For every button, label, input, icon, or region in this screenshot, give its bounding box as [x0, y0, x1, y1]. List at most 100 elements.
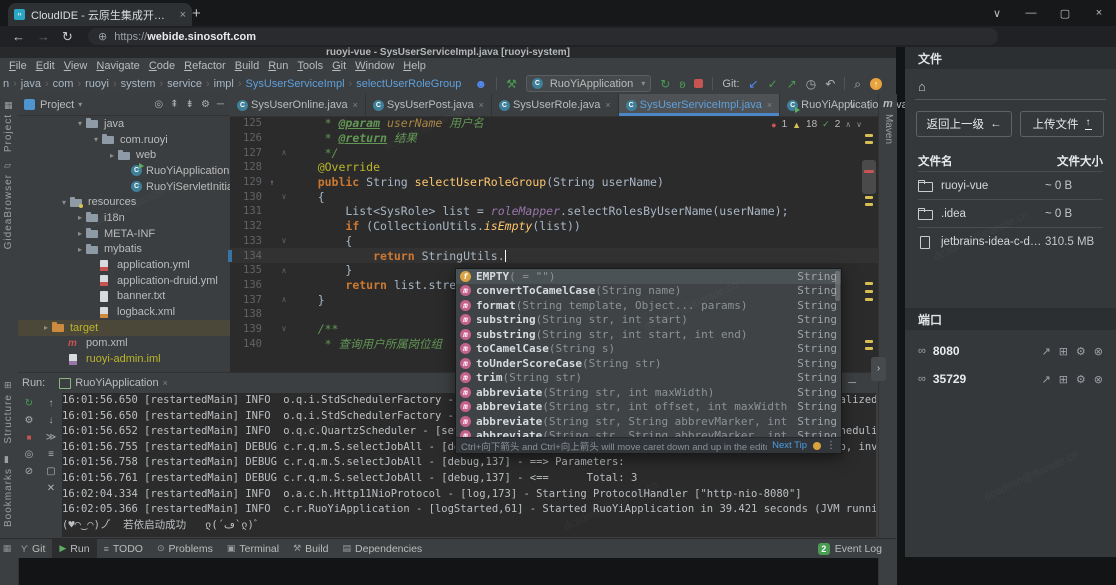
line-number[interactable]: 132: [230, 220, 266, 232]
completion-item[interactable]: m abbreviate (String str, String abbrevM…: [456, 414, 841, 429]
next-tip-link[interactable]: Next Tip: [772, 440, 807, 451]
code-line[interactable]: 130 ∨ {: [230, 189, 878, 204]
completion-item[interactable]: f EMPTY ( = "") String: [456, 269, 841, 284]
completion-item[interactable]: m convertToCamelCase (String name) Strin…: [456, 284, 841, 299]
tree-row[interactable]: ▸ mybatis: [18, 242, 230, 258]
git-update-icon[interactable]: ↙: [749, 78, 759, 90]
tree-chevron-icon[interactable]: ▾: [58, 198, 70, 207]
line-number[interactable]: 131: [230, 205, 266, 217]
port-settings-gear-icon[interactable]: ⚙: [1076, 373, 1086, 386]
skip-to-end-icon[interactable]: ≫: [46, 433, 56, 443]
code-line[interactable]: 126 * @return 结果: [230, 131, 878, 146]
stripe-warning-mark[interactable]: [865, 347, 873, 350]
chevron-down-icon[interactable]: ▾: [78, 100, 82, 109]
tree-row[interactable]: ▸ i18n: [18, 210, 230, 226]
line-number[interactable]: 128: [230, 161, 266, 173]
browser-tab[interactable]: ‹› CloudIDE - 云原生集成开发环境 ×: [8, 3, 192, 26]
breadcrumb-item[interactable]: service: [167, 78, 214, 90]
stripe-warning-mark[interactable]: [865, 203, 873, 206]
code-line[interactable]: 129 ↑ public String selectUserRoleGroup(…: [230, 175, 878, 190]
editor-tab[interactable]: C SysUserServiceImpl.java ×: [619, 94, 781, 116]
file-row[interactable]: ruoyi-vue ~ 0 B: [918, 171, 1103, 199]
tool-strip-project[interactable]: Project: [3, 114, 14, 152]
stripe-warning-mark[interactable]: [865, 282, 873, 285]
run-configuration-select[interactable]: C RuoYiApplication ▾: [526, 75, 651, 92]
completion-item[interactable]: m abbreviate (String str, int offset, in…: [456, 400, 841, 415]
tree-row[interactable]: banner.txt: [18, 289, 230, 305]
tab-close-icon[interactable]: ×: [605, 100, 610, 110]
window-maximize-button[interactable]: ▢: [1048, 7, 1082, 20]
tree-row[interactable]: ▸ web: [18, 147, 230, 163]
error-stripe[interactable]: [862, 116, 876, 372]
breadcrumb-item[interactable]: ruoyi: [85, 78, 121, 90]
line-number[interactable]: 136: [230, 279, 266, 291]
port-settings-gear-icon[interactable]: ⚙: [1076, 345, 1086, 358]
stripe-warning-mark[interactable]: [865, 290, 873, 293]
event-log-widget[interactable]: 2 Event Log: [818, 543, 882, 555]
line-number[interactable]: 126: [230, 132, 266, 144]
breadcrumb-item[interactable]: system: [121, 78, 168, 90]
editor-tab[interactable]: C SysUserPost.java ×: [366, 94, 492, 116]
tree-row[interactable]: RuoYiApplication: [18, 163, 230, 179]
open-external-icon[interactable]: ↗: [1041, 345, 1050, 358]
line-number[interactable]: 139: [230, 323, 266, 335]
scrollbar-thumb[interactable]: [862, 160, 876, 194]
fold-marker-icon[interactable]: ∨: [278, 236, 290, 245]
stripe-error-mark[interactable]: [864, 170, 874, 173]
breadcrumb-item[interactable]: java: [21, 78, 53, 90]
file-row[interactable]: .idea ~ 0 B: [918, 199, 1103, 227]
menu-item[interactable]: File: [9, 60, 27, 72]
rollback-icon[interactable]: ↶: [825, 78, 835, 90]
status-bar-item[interactable]: ⊙ Problems: [150, 539, 220, 558]
collapse-all-icon[interactable]: ⇟: [186, 99, 194, 110]
menu-item[interactable]: Refactor: [184, 60, 226, 72]
maven-icon[interactable]: m: [883, 98, 893, 110]
structure-tool-icon[interactable]: ⊞: [4, 380, 12, 391]
status-bar-item[interactable]: ▤ Dependencies: [336, 539, 430, 558]
code-line[interactable]: 131 List<SysRole> list = roleMapper.sele…: [230, 204, 878, 219]
completion-item[interactable]: m toCamelCase (String s) String: [456, 342, 841, 357]
menu-item[interactable]: View: [64, 60, 88, 72]
menu-item[interactable]: Code: [149, 60, 175, 72]
hide-panel-icon[interactable]: ─: [217, 99, 224, 110]
tree-row[interactable]: RuoYiServletInitialize: [18, 179, 230, 195]
line-number[interactable]: 134: [230, 250, 266, 262]
line-number[interactable]: 138: [230, 308, 266, 320]
copy-icon[interactable]: ⊞: [1059, 345, 1068, 358]
line-number[interactable]: 137: [230, 294, 266, 306]
editor-tab[interactable]: C SysUserRole.java ×: [492, 94, 619, 116]
tree-row[interactable]: ▾ java: [18, 116, 230, 132]
window-close-button[interactable]: ×: [1082, 7, 1116, 19]
tree-row[interactable]: application-druid.yml: [18, 273, 230, 289]
tree-chevron-icon[interactable]: ▸: [74, 229, 86, 238]
up-stack-icon[interactable]: ↑: [49, 399, 54, 409]
tree-row[interactable]: ruoyi-admin.iml: [18, 351, 230, 367]
stripe-warning-mark[interactable]: [865, 196, 873, 199]
override-gutter-icon[interactable]: ↑: [266, 178, 278, 187]
tool-strip-gideabrowser[interactable]: GideaBrowser: [3, 174, 14, 249]
completion-item[interactable]: m format (String template, Object... par…: [456, 298, 841, 313]
line-number[interactable]: 129: [230, 176, 266, 188]
dump-threads-icon[interactable]: ◎: [25, 450, 34, 460]
git-commit-icon[interactable]: ✓: [768, 78, 778, 90]
rerun-icon[interactable]: ↻: [25, 399, 33, 409]
code-line[interactable]: 125 * @param userName 用户名: [230, 116, 878, 131]
code-line[interactable]: 127 ∧ */: [230, 145, 878, 160]
tab-close-icon[interactable]: ×: [353, 100, 358, 110]
menu-item[interactable]: Navigate: [96, 60, 139, 72]
breadcrumb-item[interactable]: n: [3, 78, 21, 90]
status-bar-item[interactable]: ϒ Git: [14, 539, 52, 558]
folder-tool-icon[interactable]: ▱: [4, 160, 11, 171]
run-tab[interactable]: RuoYiApplication ×: [55, 373, 172, 393]
completion-item[interactable]: m substring (String str, int start, int …: [456, 327, 841, 342]
home-icon[interactable]: ⌂: [918, 79, 926, 94]
settings-gear-icon[interactable]: ⚙: [201, 99, 210, 110]
breadcrumb-item[interactable]: impl: [214, 78, 246, 90]
tree-row[interactable]: application.yml: [18, 257, 230, 273]
tab-close-icon[interactable]: ×: [479, 100, 484, 110]
file-row[interactable]: jetbrains-idea-c-de... 310.5 MB: [918, 227, 1103, 255]
completion-item[interactable]: m trim (String str) String: [456, 371, 841, 386]
stripe-warning-mark[interactable]: [865, 340, 873, 343]
clear-console-icon[interactable]: ✕: [47, 484, 55, 494]
menu-item[interactable]: Run: [268, 60, 288, 72]
